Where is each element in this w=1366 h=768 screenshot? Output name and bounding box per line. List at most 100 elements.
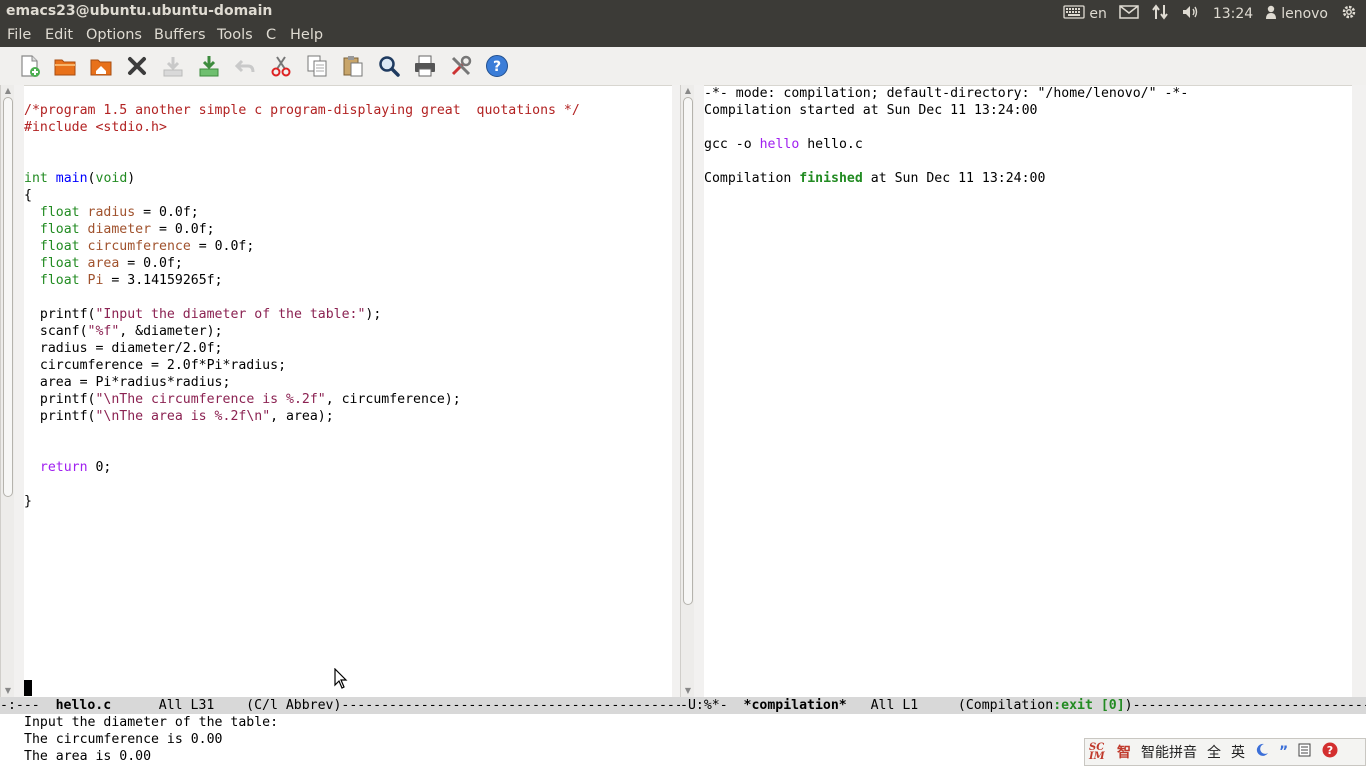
code-token: float	[39, 222, 80, 237]
moon-icon[interactable]	[1255, 743, 1269, 761]
scroll-up-arrow[interactable]: ▲	[681, 85, 695, 97]
code-line: float diameter = 0.0f;	[24, 221, 215, 238]
code-token: int	[24, 171, 48, 186]
echo-line: Input the diameter of the table:	[24, 715, 279, 730]
new-file-icon[interactable]	[16, 52, 44, 80]
code-token: circumference = 2.0f*Pi*radius;	[24, 358, 287, 373]
code-token: printf(	[24, 307, 96, 322]
code-line: #include <stdio.h>	[24, 119, 167, 136]
left-fringe	[14, 85, 24, 697]
ime-width-mode[interactable]: 全	[1207, 742, 1221, 762]
close-buffer-icon[interactable]	[123, 52, 151, 80]
menu-file[interactable]: File	[7, 27, 31, 43]
clock[interactable]: 13:24	[1213, 6, 1253, 22]
keyboard-indicator[interactable]: en	[1063, 5, 1107, 23]
open-file-icon[interactable]	[51, 52, 79, 80]
copy-icon[interactable]	[303, 52, 331, 80]
mode-line-status: -:---	[0, 698, 56, 713]
keyboard-panel-icon[interactable]	[1298, 743, 1312, 761]
user-menu[interactable]: lenovo	[1265, 5, 1328, 23]
echo-line: The circumference is 0.00	[24, 732, 223, 747]
search-icon[interactable]	[375, 52, 403, 80]
mail-icon[interactable]	[1119, 5, 1139, 23]
menu-tools[interactable]: Tools	[217, 27, 253, 43]
code-token: float	[39, 205, 80, 220]
mode-line-buffer-name[interactable]: hello.c	[56, 698, 112, 713]
scroll-up-arrow[interactable]: ▲	[1, 85, 15, 97]
code-token: hello	[759, 137, 800, 152]
code-token: at Sun Dec 11 13:24:00	[862, 171, 1046, 186]
left-mode-line[interactable]: -:--- hello.c All L31 (C/l Abbrev)------…	[0, 697, 680, 714]
scroll-down-arrow[interactable]: ▼	[681, 685, 695, 697]
code-token: "\nThe circumference is %.2f"	[95, 392, 326, 407]
code-token: "\nThe area is %.2f\n"	[95, 409, 271, 424]
menu-edit[interactable]: Edit	[45, 27, 73, 43]
code-token: area	[87, 256, 120, 271]
code-line: printf("Input the diameter of the table:…	[24, 306, 381, 323]
save-as-icon[interactable]	[195, 52, 223, 80]
mouse-pointer-icon	[334, 667, 348, 694]
code-token: #include <stdio.h>	[24, 120, 167, 135]
preferences-icon[interactable]	[447, 52, 475, 80]
help-icon[interactable]: ?	[483, 52, 511, 80]
menu-help[interactable]: Help	[290, 27, 323, 43]
code-token: diameter	[87, 222, 152, 237]
gear-icon[interactable]	[1340, 3, 1358, 25]
code-token: }	[24, 494, 32, 509]
ime-language[interactable]: 英	[1231, 742, 1245, 762]
ime-toolbar[interactable]: SC IM 智 智能拼音 全 英 ” ?	[1084, 738, 1366, 766]
code-line: }	[24, 493, 32, 510]
code-token: "%f"	[87, 324, 120, 339]
right-fringe	[694, 85, 704, 697]
text-cursor	[24, 680, 32, 696]
top-panel: emacs23@ubuntu.ubuntu-domain en 13:24 le…	[0, 0, 1366, 24]
code-token: main	[55, 171, 88, 186]
volume-icon[interactable]	[1181, 4, 1201, 24]
scim-logo-icon[interactable]: SC IM	[1089, 743, 1107, 762]
menu-c[interactable]: C	[266, 27, 276, 43]
paste-icon[interactable]	[339, 52, 367, 80]
code-token: radius = diameter/2.0f;	[24, 341, 223, 356]
help-icon[interactable]: ?	[1322, 742, 1338, 762]
right-mode-line[interactable]: -U:%*- *compilation* All L1 (Compilation…	[680, 697, 1366, 714]
print-icon[interactable]	[411, 52, 439, 80]
menu-options[interactable]: Options	[86, 27, 142, 43]
punctuation-icon[interactable]: ”	[1279, 744, 1288, 760]
code-line: radius = diameter/2.0f;	[24, 340, 223, 357]
right-scrollbar-thumb[interactable]	[683, 97, 693, 605]
ime-mode-icon[interactable]: 智	[1117, 742, 1131, 762]
menu-buffers[interactable]: Buffers	[154, 27, 206, 43]
code-line: -*- mode: compilation; default-directory…	[704, 85, 1188, 102]
scroll-down-arrow[interactable]: ▼	[1, 685, 15, 697]
code-token: = 3.14159265f;	[103, 273, 223, 288]
code-token: return	[39, 460, 88, 475]
right-window[interactable]: ▲ ▼ -*- mode: compilation; default-direc…	[680, 85, 1366, 697]
left-window[interactable]: ▲ ▼ /*program 1.5 another simple c progr…	[0, 85, 680, 697]
open-directory-icon[interactable]	[87, 52, 115, 80]
code-line: circumference = 2.0f*Pi*radius;	[24, 357, 286, 374]
code-token: = 0.0f;	[190, 239, 255, 254]
undo-icon[interactable]	[231, 52, 259, 80]
code-line: area = Pi*radius*radius;	[24, 374, 231, 391]
ime-input-method[interactable]: 智能拼音	[1141, 742, 1197, 762]
code-line: return 0;	[24, 459, 111, 476]
cut-icon[interactable]	[267, 52, 295, 80]
right-right-fringe	[1352, 85, 1366, 697]
code-line: Compilation started at Sun Dec 11 13:24:…	[704, 102, 1037, 119]
code-token: );	[365, 307, 382, 322]
left-scrollbar-thumb[interactable]	[3, 97, 13, 497]
toolbar: ?	[0, 47, 1366, 86]
save-icon[interactable]	[159, 52, 187, 80]
mode-line-buffer-name[interactable]: *compilation*	[744, 698, 847, 713]
keyboard-layout-label: en	[1089, 6, 1107, 22]
code-token: , &diameter);	[119, 324, 223, 339]
code-line: printf("\nThe area is %.2f\n", area);	[24, 408, 334, 425]
code-line: gcc -o hello hello.c	[704, 136, 863, 153]
network-icon[interactable]	[1151, 3, 1169, 25]
